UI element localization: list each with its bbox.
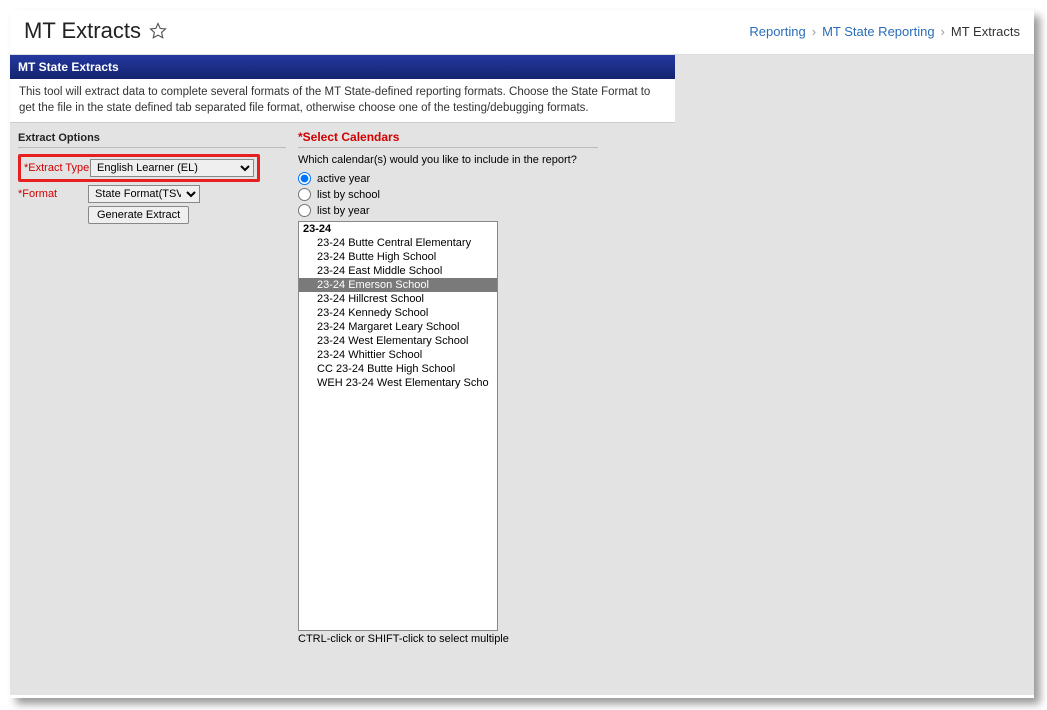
breadcrumb: Reporting › MT State Reporting › MT Extr…: [749, 24, 1020, 39]
radio-list-by-school-input[interactable]: [298, 188, 311, 201]
list-group-header: 23-24: [299, 222, 497, 236]
breadcrumb-current: MT Extracts: [951, 24, 1020, 39]
chevron-right-icon: ›: [812, 24, 816, 39]
radio-list-by-school[interactable]: list by school: [298, 188, 598, 201]
multiselect-hint: CTRL-click or SHIFT-click to select mult…: [298, 633, 598, 645]
chevron-right-icon: ›: [941, 24, 945, 39]
calendar-prompt: Which calendar(s) would you like to incl…: [298, 154, 598, 166]
list-item[interactable]: WEH 23-24 West Elementary Scho: [299, 376, 497, 390]
extract-options-heading: Extract Options: [18, 130, 286, 148]
list-item[interactable]: CC 23-24 Butte High School: [299, 362, 497, 376]
list-item[interactable]: 23-24 Margaret Leary School: [299, 320, 497, 334]
list-item[interactable]: 23-24 Kennedy School: [299, 306, 497, 320]
options-row: Extract Options *Extract Type English Le…: [10, 123, 1034, 645]
format-select[interactable]: State Format(TSV): [88, 185, 200, 203]
generate-extract-button[interactable]: Generate Extract: [88, 206, 189, 224]
list-item[interactable]: 23-24 East Middle School: [299, 264, 497, 278]
radio-list-by-year[interactable]: list by year: [298, 204, 598, 217]
list-item[interactable]: 23-24 West Elementary School: [299, 334, 497, 348]
list-item[interactable]: 23-24 Emerson School: [299, 278, 497, 292]
app-window: MT Extracts Reporting › MT State Reporti…: [10, 10, 1034, 698]
radio-active-year-input[interactable]: [298, 172, 311, 185]
page-title: MT Extracts: [24, 18, 167, 44]
page-title-text: MT Extracts: [24, 18, 141, 44]
radio-active-year[interactable]: active year: [298, 172, 598, 185]
radio-list-by-year-input[interactable]: [298, 204, 311, 217]
select-calendars-column: *Select Calendars Which calendar(s) woul…: [298, 130, 598, 645]
list-item[interactable]: 23-24 Hillcrest School: [299, 292, 497, 306]
panel-title: MT State Extracts: [10, 55, 675, 79]
content-area: MT State Extracts This tool will extract…: [10, 55, 1034, 695]
breadcrumb-link-state-reporting[interactable]: MT State Reporting: [822, 24, 934, 39]
panel-description: This tool will extract data to complete …: [10, 79, 675, 123]
list-item[interactable]: 23-24 Butte Central Elementary: [299, 236, 497, 250]
breadcrumb-link-reporting[interactable]: Reporting: [749, 24, 805, 39]
extract-options-column: Extract Options *Extract Type English Le…: [18, 130, 286, 645]
extract-type-highlight: *Extract Type English Learner (EL): [18, 154, 260, 182]
extract-type-select[interactable]: English Learner (EL): [90, 159, 254, 177]
format-label: *Format: [18, 188, 88, 200]
list-item[interactable]: 23-24 Whittier School: [299, 348, 497, 362]
select-calendars-heading: *Select Calendars: [298, 130, 598, 148]
list-item[interactable]: 23-24 Butte High School: [299, 250, 497, 264]
header: MT Extracts Reporting › MT State Reporti…: [10, 10, 1034, 55]
favorite-star-icon[interactable]: [149, 22, 167, 40]
calendar-listbox[interactable]: 23-2423-24 Butte Central Elementary23-24…: [298, 221, 498, 631]
extract-type-label: *Extract Type: [24, 162, 90, 174]
